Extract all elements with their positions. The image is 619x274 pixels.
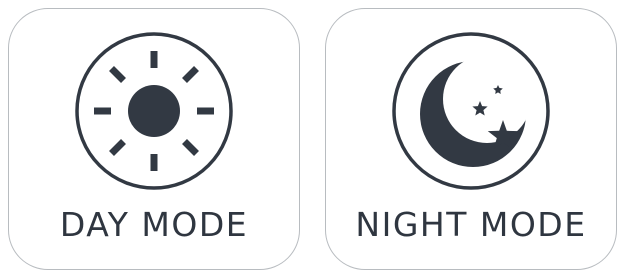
night-mode-button[interactable]: NIGHT MODE	[325, 8, 617, 270]
day-mode-label: DAY MODE	[59, 205, 249, 244]
sun-icon	[74, 31, 234, 191]
night-mode-label: NIGHT MODE	[355, 205, 587, 244]
moon-stars-icon	[391, 31, 551, 191]
day-mode-button[interactable]: DAY MODE	[8, 8, 300, 270]
